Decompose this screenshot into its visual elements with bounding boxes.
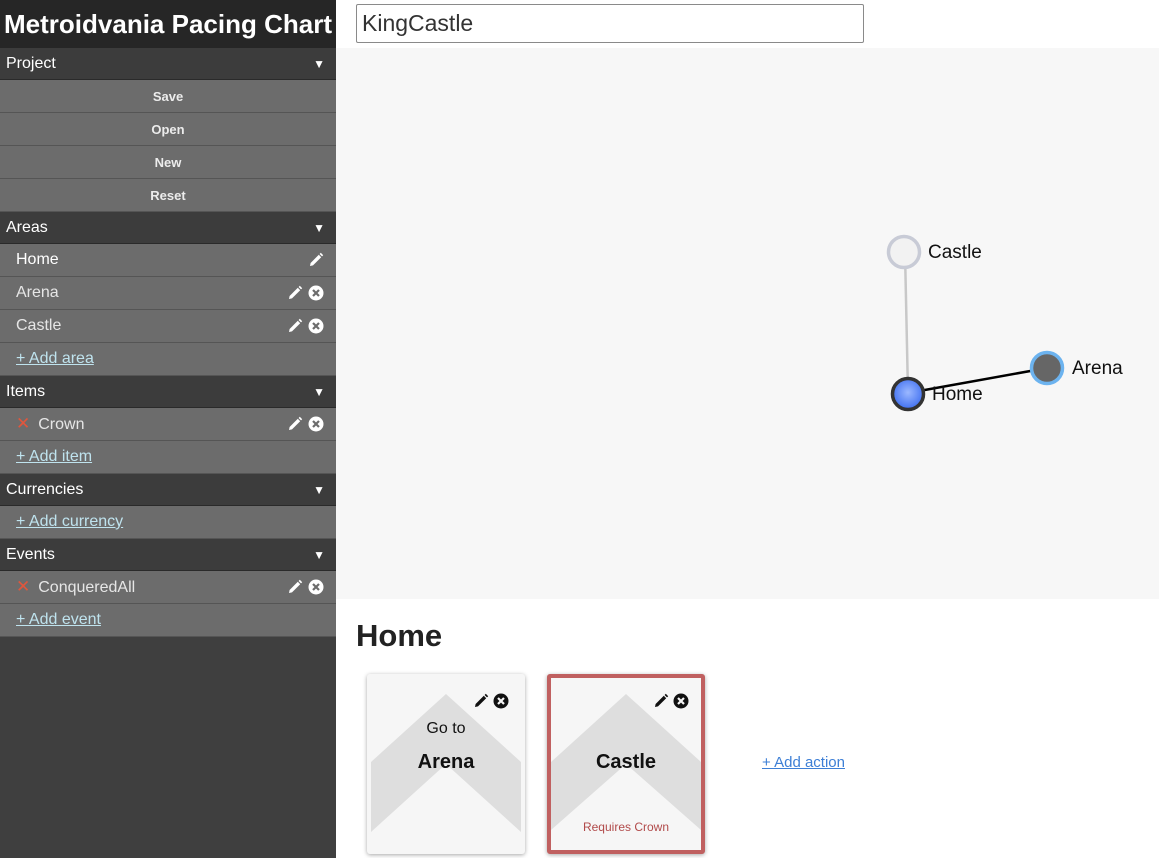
- add-event-link[interactable]: + Add event: [16, 611, 101, 628]
- remove-circle-icon[interactable]: [308, 579, 324, 595]
- action-destination: Castle: [595, 751, 657, 773]
- add-action-link[interactable]: + Add action: [762, 754, 845, 771]
- collapse-triangle-icon: ▼: [313, 57, 325, 71]
- graph-node-label: Home: [932, 384, 983, 405]
- remove-circle-icon[interactable]: [308, 318, 324, 334]
- section-header-events[interactable]: Events ▼: [0, 539, 336, 571]
- sidebar-item-label: Home: [16, 251, 59, 268]
- sidebar-item-arena[interactable]: Arena: [0, 277, 336, 310]
- pencil-icon[interactable]: [653, 693, 669, 709]
- pencil-icon[interactable]: [287, 579, 303, 595]
- sidebar-item-home[interactable]: Home: [0, 244, 336, 277]
- section-header-areas[interactable]: Areas ▼: [0, 212, 336, 244]
- section-title: Areas: [6, 219, 48, 236]
- action-prefix: Go to: [426, 720, 466, 737]
- app-title: Metroidvania Pacing Chart: [0, 0, 336, 48]
- remove-circle-icon[interactable]: [308, 416, 324, 432]
- add-item-row: + Add item: [0, 441, 336, 474]
- action-card-castle[interactable]: Castle Requires Crown: [547, 674, 705, 854]
- edge-home-castle: [903, 251, 910, 394]
- remove-circle-icon[interactable]: [493, 693, 509, 709]
- add-area-row: + Add area: [0, 343, 336, 376]
- graph-node-arena[interactable]: Arena: [1029, 350, 1124, 386]
- open-button[interactable]: Open: [0, 113, 336, 146]
- collapse-triangle-icon: ▼: [313, 385, 325, 399]
- section-header-items[interactable]: Items ▼: [0, 376, 336, 408]
- graph-node-label: Arena: [1072, 358, 1123, 379]
- sidebar-item-castle[interactable]: Castle: [0, 310, 336, 343]
- section-header-currencies[interactable]: Currencies ▼: [0, 474, 336, 506]
- add-currency-row: + Add currency: [0, 506, 336, 539]
- save-button[interactable]: Save: [0, 80, 336, 113]
- graph-node-label: Castle: [928, 242, 982, 263]
- add-area-link[interactable]: + Add area: [16, 350, 94, 367]
- main-panel: Castle Home Arena Home: [336, 0, 1159, 858]
- section-title: Currencies: [6, 481, 84, 498]
- sidebar: Metroidvania Pacing Chart Project ▼ Save…: [0, 0, 336, 858]
- sidebar-item-label: Crown: [38, 416, 85, 433]
- sidebar-item-conqueredall[interactable]: ✕ ConqueredAll: [0, 571, 336, 604]
- selected-area-title: Home: [356, 618, 443, 653]
- graph-node-castle[interactable]: Castle: [886, 234, 982, 270]
- sidebar-item-crown[interactable]: ✕ Crown: [0, 408, 336, 441]
- unobtained-x-icon: ✕: [16, 577, 31, 596]
- pencil-icon[interactable]: [287, 285, 303, 301]
- section-title: Project: [6, 55, 56, 72]
- section-title: Items: [6, 383, 46, 400]
- add-currency-link[interactable]: + Add currency: [16, 513, 123, 530]
- remove-circle-icon[interactable]: [308, 285, 324, 301]
- collapse-triangle-icon: ▼: [313, 221, 325, 235]
- action-destination: Arena: [417, 751, 475, 773]
- section-header-project[interactable]: Project ▼: [0, 48, 336, 80]
- unobtained-x-icon: ✕: [16, 414, 31, 433]
- sidebar-item-label: Arena: [16, 284, 59, 301]
- sidebar-item-label: Castle: [16, 317, 62, 334]
- pencil-icon[interactable]: [308, 252, 324, 268]
- collapse-triangle-icon: ▼: [313, 483, 325, 497]
- new-button[interactable]: New: [0, 146, 336, 179]
- area-graph[interactable]: Castle Home Arena: [336, 48, 1159, 599]
- pencil-icon[interactable]: [287, 318, 303, 334]
- pencil-icon[interactable]: [473, 693, 489, 709]
- action-requirement: Requires Crown: [582, 820, 670, 834]
- section-title: Events: [6, 546, 55, 563]
- add-event-row: + Add event: [0, 604, 336, 637]
- reset-button[interactable]: Reset: [0, 179, 336, 212]
- graph-node-home[interactable]: Home: [890, 376, 983, 412]
- add-item-link[interactable]: + Add item: [16, 448, 92, 465]
- sidebar-item-label: ConqueredAll: [38, 579, 136, 596]
- pencil-icon[interactable]: [287, 416, 303, 432]
- action-card-arena[interactable]: Go to Arena: [367, 674, 525, 854]
- remove-circle-icon[interactable]: [673, 693, 689, 709]
- collapse-triangle-icon: ▼: [313, 548, 325, 562]
- project-name-input[interactable]: [356, 4, 864, 43]
